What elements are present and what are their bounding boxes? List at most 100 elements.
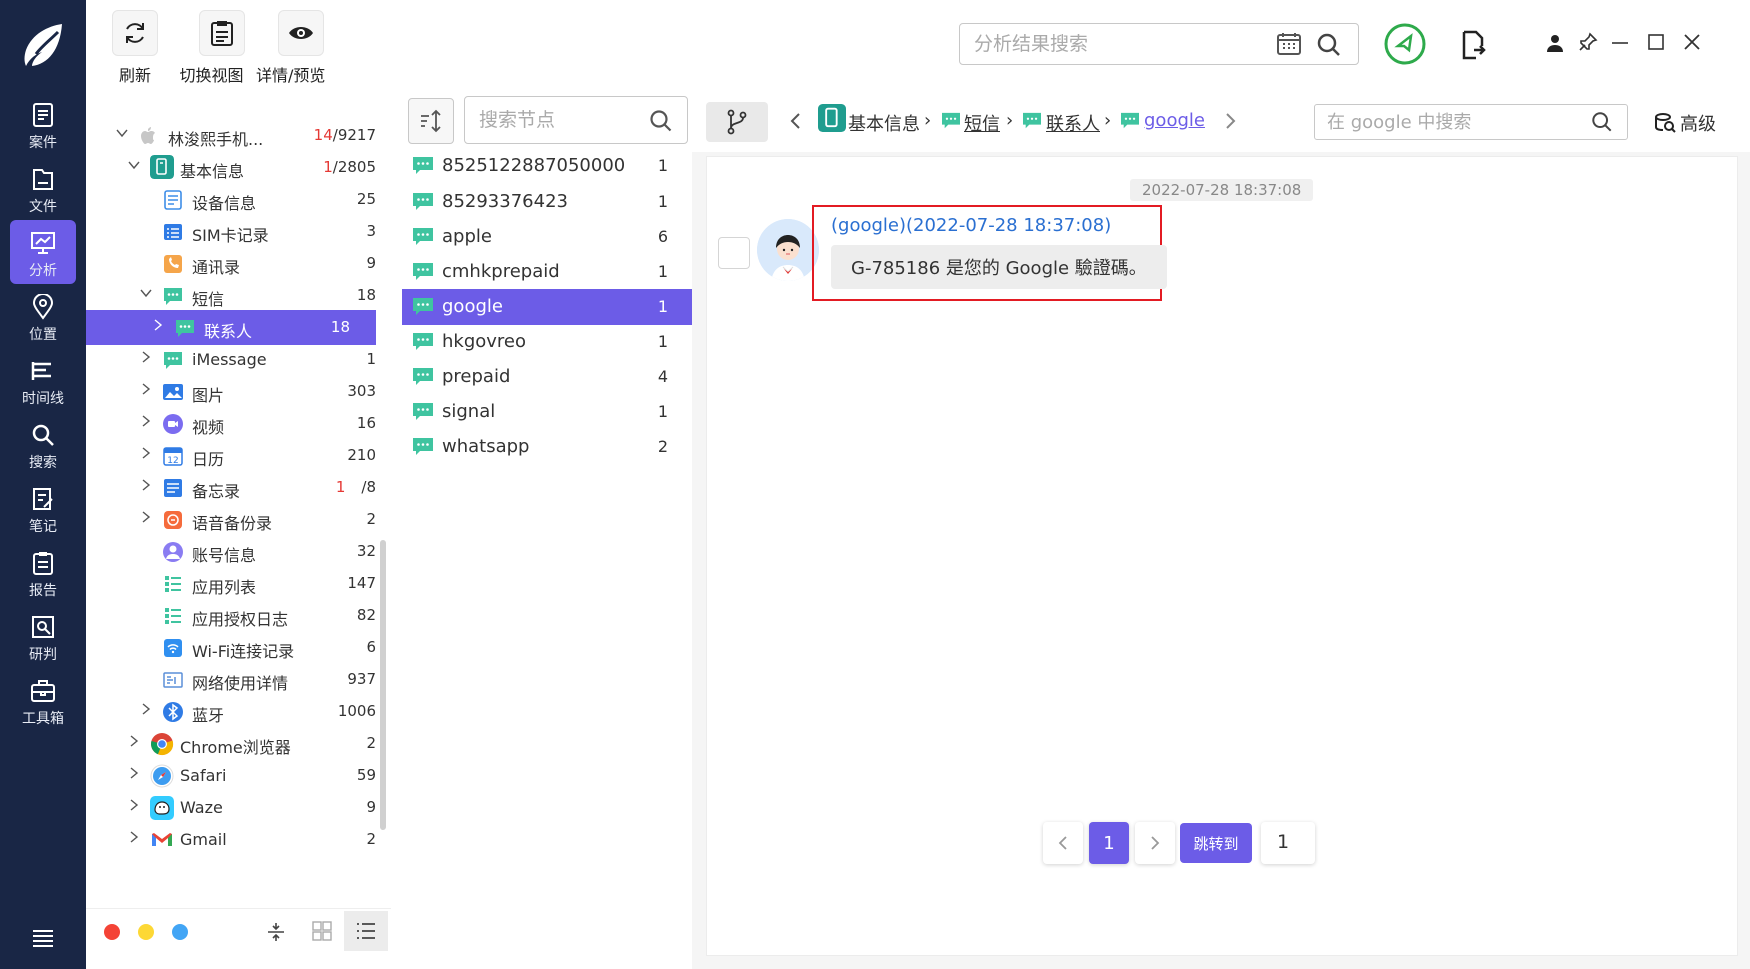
rail-item-judge[interactable]: 研判 [10, 604, 76, 668]
user-icon[interactable] [1546, 34, 1564, 52]
jump-page-input[interactable]: 1 [1261, 822, 1315, 864]
advanced-search-button[interactable]: 高级 [1680, 110, 1716, 136]
search-icon[interactable] [649, 109, 673, 133]
list-view-button[interactable] [344, 911, 388, 951]
chevron-down-icon[interactable] [116, 127, 128, 139]
chevron-right-icon[interactable] [140, 447, 152, 459]
tree-node-waze[interactable]: Waze 9 [86, 790, 376, 825]
minimize-icon[interactable] [1612, 42, 1628, 44]
rail-item-analysis[interactable]: 分析 [10, 220, 76, 284]
sort-button[interactable] [408, 98, 454, 144]
jump-to-button[interactable]: 跳转到 [1180, 823, 1252, 863]
page-number-current[interactable]: 1 [1089, 822, 1129, 864]
chevron-right-icon[interactable] [140, 415, 152, 427]
rail-item-search[interactable]: 搜索 [10, 412, 76, 476]
back-chevron-icon[interactable] [790, 112, 802, 130]
menu-icon[interactable] [31, 928, 55, 948]
list-item[interactable]: cmhkprepaid 1 [402, 254, 692, 290]
scoped-search-input[interactable] [1315, 105, 1575, 139]
chevron-down-icon[interactable] [128, 159, 140, 171]
rail-item-timeline[interactable]: 时间线 [10, 348, 76, 412]
rail-item-report[interactable]: 报告 [10, 540, 76, 604]
tree-node-images[interactable]: 图片 303 [86, 374, 376, 409]
tree-label: Wi-Fi连接记录 [192, 642, 295, 661]
list-item[interactable]: hkgovreo 1 [402, 324, 692, 360]
tree-node-chrome[interactable]: Chrome浏览器 2 [86, 726, 376, 761]
chevron-right-icon[interactable] [128, 735, 140, 747]
tree-node-wifi[interactable]: Wi-Fi连接记录 6 [86, 630, 376, 665]
breadcrumb-item-current[interactable]: google [1144, 110, 1205, 131]
grid-view-icon[interactable] [312, 921, 332, 941]
tree-node-safari[interactable]: Safari 59 [86, 758, 376, 793]
switch-view-button[interactable]: 切换视图 [178, 10, 245, 86]
detail-preview-button[interactable]: 详情/预览 [256, 10, 325, 86]
tree-node-network-usage[interactable]: 网络使用详情 937 [86, 662, 376, 697]
breadcrumb-item[interactable]: 联系人 [1046, 110, 1100, 136]
tree-node-memo[interactable]: 备忘录 1/8 [86, 470, 376, 505]
search-icon[interactable] [1316, 32, 1342, 58]
tree-node-root[interactable]: 林浚熙手机... 14/9217 [86, 118, 376, 153]
tree-node-imessage[interactable]: iMessage 1 [86, 342, 376, 377]
tree-scrollbar[interactable] [380, 540, 386, 830]
prev-page-button[interactable] [1043, 822, 1083, 864]
list-item[interactable]: whatsapp 2 [402, 429, 692, 465]
chevron-right-icon[interactable] [140, 703, 152, 715]
chevron-right-icon[interactable] [128, 799, 140, 811]
message-checkbox[interactable] [718, 237, 750, 269]
tree-node-device-info[interactable]: 设备信息 25 [86, 182, 376, 217]
refresh-button[interactable]: 刷新 [112, 10, 158, 86]
calendar-icon[interactable] [1276, 32, 1302, 56]
chevron-right-icon[interactable] [128, 767, 140, 779]
tree-node-app-list[interactable]: 应用列表 147 [86, 566, 376, 601]
node-search-input[interactable] [465, 97, 635, 143]
yellow-filter-dot[interactable] [138, 924, 154, 940]
status-shield-icon[interactable] [1383, 22, 1427, 66]
tree-node-contacts[interactable]: 联系人 18 [86, 310, 376, 345]
tree-node-calendar[interactable]: 12 日历 210 [86, 438, 376, 473]
breadcrumb-item[interactable]: 基本信息 [848, 110, 920, 136]
tree-node-contacts-book[interactable]: 通讯录 9 [86, 246, 376, 281]
close-icon[interactable] [1684, 34, 1700, 50]
chevron-right-icon[interactable] [128, 831, 140, 843]
next-page-button[interactable] [1135, 822, 1175, 864]
rail-item-case[interactable]: 案件 [10, 92, 76, 156]
list-item-selected[interactable]: google 1 [402, 289, 692, 325]
list-item[interactable]: 8525122887050000 1 [402, 148, 692, 184]
list-item[interactable]: prepaid 4 [402, 359, 692, 395]
tree-node-voice-backup[interactable]: 语音备份录 2 [86, 502, 376, 537]
rail-item-location[interactable]: 位置 [10, 284, 76, 348]
maximize-icon[interactable] [1648, 34, 1664, 50]
tree-node-gmail[interactable]: Gmail 2 [86, 822, 376, 857]
forward-chevron-icon[interactable] [1224, 112, 1236, 130]
blue-filter-dot[interactable] [172, 924, 188, 940]
chevron-right-icon[interactable] [140, 511, 152, 523]
collapse-all-icon[interactable] [266, 921, 286, 943]
list-item[interactable]: apple 6 [402, 219, 692, 255]
red-filter-dot[interactable] [104, 924, 120, 940]
tree-node-sim[interactable]: SIM卡记录 3 [86, 214, 376, 249]
chevron-right-icon[interactable] [140, 479, 152, 491]
branch-button[interactable] [706, 102, 768, 142]
list-item[interactable]: 85293376423 1 [402, 184, 692, 220]
list-item[interactable]: signal 1 [402, 394, 692, 430]
tree-node-account[interactable]: 账号信息 32 [86, 534, 376, 569]
analysis-search-input[interactable] [960, 24, 1260, 64]
tree-node-sms[interactable]: 短信 18 [86, 278, 376, 313]
export-icon[interactable] [1460, 30, 1486, 60]
tree-node-basic-info[interactable]: 基本信息 1/2805 [86, 150, 376, 185]
chevron-right-icon[interactable] [140, 351, 152, 363]
chevron-down-icon[interactable] [140, 287, 152, 299]
advanced-search-icon[interactable] [1654, 112, 1676, 134]
tree-node-bluetooth[interactable]: 蓝牙 1006 [86, 694, 376, 729]
chevron-right-icon[interactable] [152, 319, 164, 331]
tree-node-app-auth-log[interactable]: 应用授权日志 82 [86, 598, 376, 633]
rail-item-file[interactable]: 文件 [10, 156, 76, 220]
message-bubble[interactable]: G-785186 是您的 Google 驗證碼。 [831, 245, 1167, 289]
breadcrumb-item[interactable]: 短信 [964, 110, 1000, 136]
chevron-right-icon[interactable] [140, 383, 152, 395]
rail-item-toolbox[interactable]: 工具箱 [10, 668, 76, 732]
search-icon[interactable] [1591, 111, 1613, 133]
tree-node-videos[interactable]: 视频 16 [86, 406, 376, 441]
rail-item-notes[interactable]: 笔记 [10, 476, 76, 540]
pin-icon[interactable] [1578, 32, 1598, 52]
